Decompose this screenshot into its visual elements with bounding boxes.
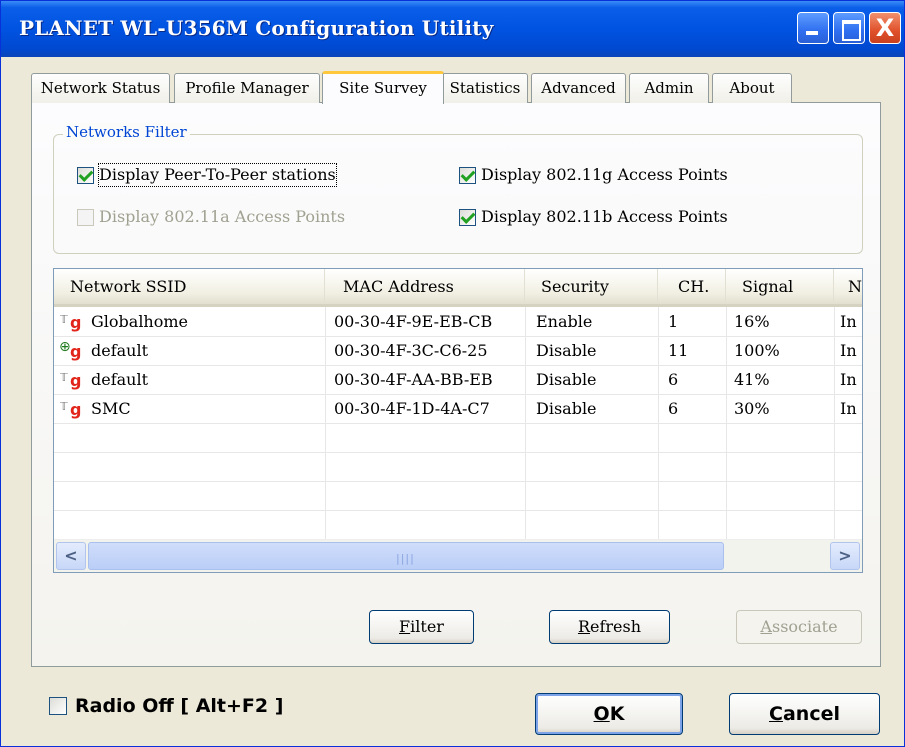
configuration-utility-window: PLANET WL-U356M Configuration Utility X … [0,0,905,747]
maximize-icon [834,13,864,43]
column-signal[interactable]: Signal [726,269,834,304]
grid-line [54,452,862,453]
checkbox-unchecked-icon [77,209,94,226]
column-channel[interactable]: CH. [658,269,726,304]
window-title: PLANET WL-U356M Configuration Utility [19,16,494,40]
horizontal-scrollbar[interactable]: < |||| > [54,539,862,572]
checkbox-checked-icon [459,209,476,226]
mac-cell: 00-30-4F-3C-C6-25 [334,341,488,360]
scroll-right-button[interactable]: > [830,542,860,570]
minimize-button[interactable] [797,12,829,44]
signal-cell: 41% [734,370,770,389]
tab-admin[interactable]: Admin [629,73,709,103]
chevron-right-icon: > [838,546,852,565]
grid-line [54,423,862,424]
network-type-cell: In [840,399,857,418]
checkbox-checked-icon [77,167,94,184]
table-row[interactable]: 𝕋g SMC 00-30-4F-1D-4A-C7 Disable 6 30% I… [54,394,862,423]
mac-cell: 00-30-4F-1D-4A-C7 [334,399,490,418]
ssid-cell: default [91,341,149,360]
security-cell: Disable [536,370,597,389]
ssid-cell: SMC [91,399,131,418]
security-cell: Disable [536,341,597,360]
close-icon: X [875,14,895,42]
network-type-cell: In [840,370,857,389]
refresh-button[interactable]: Refresh [549,610,670,644]
ssid-cell: Globalhome [91,312,189,331]
security-cell: Enable [536,312,593,331]
signal-cell: 100% [734,341,780,360]
grip-icon: |||| [396,552,415,565]
tab-site-survey[interactable]: Site Survey [322,71,444,104]
title-bar[interactable]: PLANET WL-U356M Configuration Utility X [1,1,904,57]
infrastructure-g-icon: 𝕋g [60,313,82,332]
chevron-left-icon: < [64,546,78,565]
networks-filter-legend: Networks Filter [63,123,190,141]
channel-cell: 6 [668,370,679,389]
network-list-body: 𝕋g Globalhome 00-30-4F-9E-EB-CB Enable 1… [54,307,862,539]
networks-filter-group [53,134,863,254]
tab-advanced[interactable]: Advanced [531,73,626,103]
signal-cell: 16% [734,312,770,331]
tab-statistics[interactable]: Statistics [442,73,528,103]
mac-cell: 00-30-4F-9E-EB-CB [334,312,493,331]
column-network-type[interactable]: N [834,269,862,304]
network-type-cell: In [840,312,857,331]
scroll-left-button[interactable]: < [56,542,86,570]
close-button[interactable]: X [869,12,901,44]
column-mac-address[interactable]: MAC Address [325,269,525,304]
scrollbar-thumb[interactable]: |||| [88,542,724,570]
80211a-label: Display 802.11a Access Points [99,207,346,226]
radio-off-label: Radio Off [ Alt+F2 ] [75,695,284,717]
signal-cell: 30% [734,399,770,418]
peer-to-peer-label: Display Peer-To-Peer stations [98,163,337,187]
column-network-ssid[interactable]: Network SSID [54,269,325,304]
80211b-label: Display 802.11b Access Points [481,207,728,226]
grid-line [54,510,862,511]
channel-cell: 11 [668,341,689,360]
table-row[interactable]: ⊕ g default 00-30-4F-3C-C6-25 Disable 11 … [54,336,862,365]
adhoc-g-icon: ⊕ g [59,339,82,361]
checkbox-checked-icon [459,167,476,184]
network-list[interactable]: Network SSID MAC Address Security CH. Si… [53,268,863,573]
maximize-button[interactable] [833,12,865,44]
table-row[interactable]: 𝕋g Globalhome 00-30-4F-9E-EB-CB Enable 1… [54,307,862,336]
network-list-header: Network SSID MAC Address Security CH. Si… [54,269,862,307]
grid-line [54,481,862,482]
column-security[interactable]: Security [525,269,658,304]
table-row[interactable]: 𝕋g default 00-30-4F-AA-BB-EB Disable 6 4… [54,365,862,394]
mac-cell: 00-30-4F-AA-BB-EB [334,370,493,389]
filter-button[interactable]: Filter [369,610,474,644]
channel-cell: 6 [668,399,679,418]
associate-button: Associate [736,610,862,644]
tab-about[interactable]: About [712,73,792,103]
network-type-cell: In [840,341,857,360]
minimize-icon [798,13,828,43]
cancel-button[interactable]: Cancel [729,693,880,735]
ok-button[interactable]: OK [535,693,683,735]
checkbox-unchecked-icon [49,697,67,715]
tab-profile-manager[interactable]: Profile Manager [174,73,320,103]
security-cell: Disable [536,399,597,418]
tab-network-status[interactable]: Network Status [31,73,170,103]
channel-cell: 1 [668,312,679,331]
infrastructure-g-icon: 𝕋g [60,400,82,419]
ssid-cell: default [91,370,149,389]
infrastructure-g-icon: 𝕋g [60,371,82,390]
80211g-label: Display 802.11g Access Points [481,165,728,184]
